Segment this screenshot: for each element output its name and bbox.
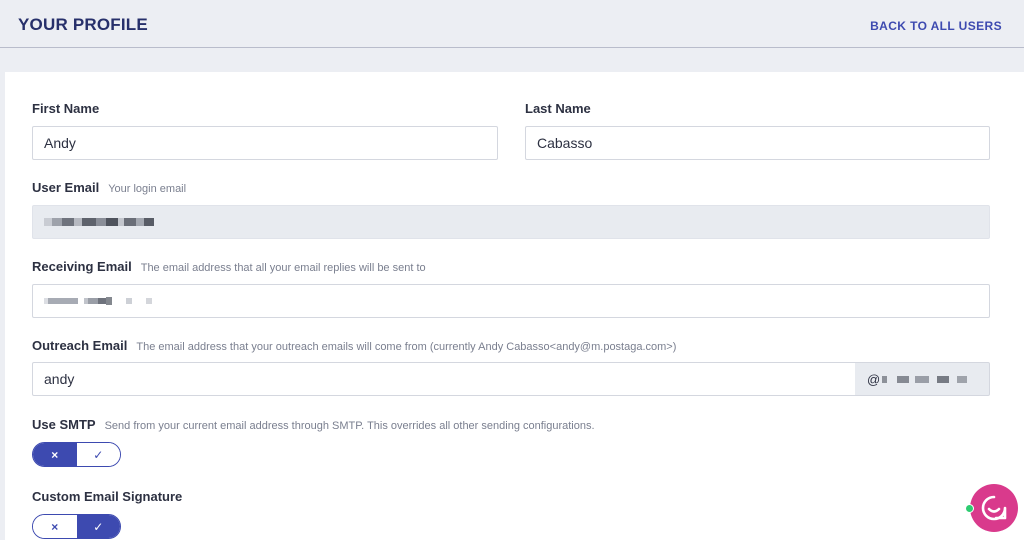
redacted-email-blur — [44, 218, 154, 226]
first-name-label: First Name — [32, 101, 99, 116]
page-title: YOUR PROFILE — [18, 15, 148, 34]
at-sign: @ — [867, 371, 881, 387]
online-status-dot — [965, 504, 974, 513]
check-icon[interactable]: ✓ — [76, 443, 120, 466]
receiving-email-label-text: Receiving Email — [32, 259, 132, 274]
receiving-email-input[interactable] — [32, 284, 990, 318]
user-email-label: User Email Your login email — [32, 180, 186, 195]
first-name-label-text: First Name — [32, 101, 100, 116]
use-smtp-hint: Send from your current email address thr… — [104, 420, 595, 432]
custom-signature-label-text: Custom Email Signature — [32, 489, 183, 504]
last-name-label: Last Name — [525, 101, 591, 116]
receiving-email-hint: The email address that all your email re… — [140, 262, 426, 274]
outreach-email-label-text: Outreach Email — [32, 338, 128, 353]
user-email-input — [32, 205, 990, 239]
user-email-hint: Your login email — [108, 183, 187, 195]
check-icon[interactable]: ✓ — [76, 515, 120, 538]
redacted-email-blur — [44, 297, 152, 305]
receiving-email-label: Receiving Email The email address that al… — [32, 259, 426, 274]
outreach-domain-addon: @ — [855, 362, 990, 396]
x-icon[interactable]: × — [33, 515, 77, 538]
use-smtp-toggle[interactable]: × ✓ — [32, 442, 121, 467]
user-email-label-text: User Email — [32, 180, 100, 195]
outreach-email-value: andy — [44, 371, 75, 387]
last-name-value: Cabasso — [537, 135, 593, 151]
first-name-value: Andy — [44, 135, 76, 151]
outreach-email-hint: The email address that your outreach ema… — [136, 341, 677, 353]
custom-signature-label: Custom Email Signature — [32, 489, 182, 504]
last-name-label-text: Last Name — [525, 101, 591, 116]
x-icon[interactable]: × — [33, 443, 77, 466]
redacted-domain-blur — [882, 375, 968, 383]
first-name-input[interactable]: Andy — [32, 126, 498, 160]
last-name-input[interactable]: Cabasso — [525, 126, 990, 160]
top-bar: YOUR PROFILE BACK TO ALL USERS — [0, 0, 1024, 48]
custom-signature-toggle[interactable]: × ✓ — [32, 514, 121, 539]
use-smtp-label: Use SMTP Send from your current email add… — [32, 417, 595, 432]
back-to-all-users-link[interactable]: BACK TO ALL USERS — [870, 19, 1002, 33]
outreach-email-input[interactable]: andy — [32, 362, 856, 396]
outreach-email-label: Outreach Email The email address that you… — [32, 338, 676, 353]
chat-bubble-glyph — [981, 495, 1007, 521]
use-smtp-label-text: Use SMTP — [32, 417, 96, 432]
chat-bubble-icon[interactable] — [970, 484, 1018, 532]
